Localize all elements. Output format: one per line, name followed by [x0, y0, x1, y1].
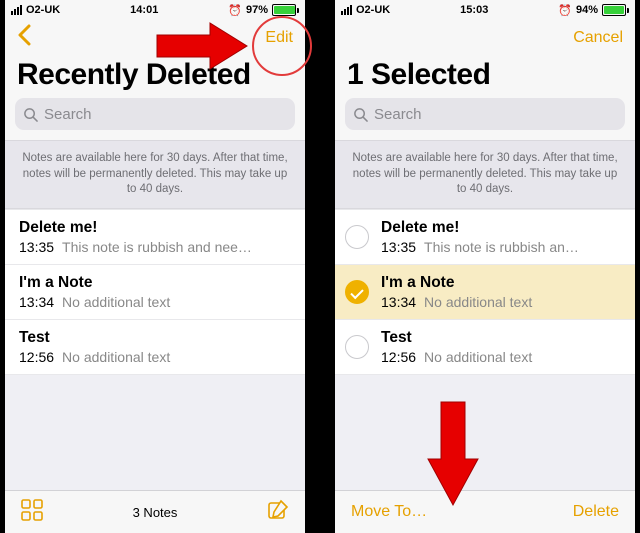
note-time: 13:34	[19, 294, 54, 310]
search-input[interactable]: Search	[15, 98, 295, 130]
toolbar: 3 Notes	[5, 490, 305, 533]
phone-right: O2-UK 15:03 ⏰ 94% Cancel 1 Selected Sear…	[335, 0, 635, 533]
note-preview: No additional text	[62, 294, 170, 310]
note-title: Delete me!	[381, 219, 621, 237]
list-background	[5, 375, 305, 490]
signal-icon	[11, 5, 22, 15]
nav-bar: Edit	[5, 20, 305, 56]
note-row[interactable]: Delete me! 13:35 This note is rubbish and…	[5, 209, 305, 265]
select-radio[interactable]	[345, 225, 369, 249]
select-radio-checked[interactable]	[345, 280, 369, 304]
note-preview: No additional text	[424, 349, 532, 365]
note-title: I'm a Note	[381, 274, 621, 292]
search-icon	[353, 107, 368, 122]
search-placeholder: Search	[44, 106, 92, 123]
notes-list: Delete me! 13:35 This note is rubbish an……	[335, 209, 635, 375]
battery-fill	[274, 6, 295, 14]
phone-left: O2-UK 14:01 ⏰ 97% Edit Recently Deleted …	[5, 0, 305, 533]
clock: 14:01	[130, 4, 158, 16]
cancel-button[interactable]: Cancel	[573, 29, 623, 47]
note-time: 12:56	[19, 349, 54, 365]
battery-pct: 94%	[576, 4, 598, 16]
signal-icon	[341, 5, 352, 15]
note-row[interactable]: I'm a Note 13:34 No additional text	[5, 265, 305, 320]
carrier-label: O2-UK	[356, 4, 390, 16]
note-time: 13:35	[381, 239, 416, 255]
gallery-icon[interactable]	[21, 499, 43, 526]
carrier-label: O2-UK	[26, 4, 60, 16]
search-placeholder: Search	[374, 106, 422, 123]
notes-list: Delete me! 13:35 This note is rubbish and…	[5, 209, 305, 375]
list-background	[335, 375, 635, 490]
info-banner: Notes are available here for 30 days. Af…	[335, 140, 635, 209]
status-bar: O2-UK 14:01 ⏰ 97%	[5, 0, 305, 20]
note-preview: No additional text	[424, 294, 532, 310]
note-title: I'm a Note	[19, 274, 291, 292]
note-time: 13:34	[381, 294, 416, 310]
note-preview: This note is rubbish an…	[424, 239, 579, 255]
note-title: Test	[381, 329, 621, 347]
note-row[interactable]: Test 12:56 No additional text	[5, 320, 305, 375]
note-row[interactable]: I'm a Note 13:34 No additional text	[335, 265, 635, 320]
compose-icon[interactable]	[267, 499, 289, 526]
alarm-icon: ⏰	[558, 4, 572, 17]
note-row[interactable]: Test 12:56 No additional text	[335, 320, 635, 375]
info-banner: Notes are available here for 30 days. Af…	[5, 140, 305, 209]
back-chevron-icon[interactable]	[17, 24, 31, 52]
status-bar: O2-UK 15:03 ⏰ 94%	[335, 0, 635, 20]
page-title: 1 Selected	[335, 56, 635, 98]
edit-button[interactable]: Edit	[265, 29, 293, 47]
note-time: 12:56	[381, 349, 416, 365]
battery-icon	[602, 4, 629, 16]
clock: 15:03	[460, 4, 488, 16]
move-to-button[interactable]: Move To…	[351, 503, 427, 521]
search-icon	[23, 107, 38, 122]
battery-pct: 97%	[246, 4, 268, 16]
page-title: Recently Deleted	[5, 56, 305, 98]
note-title: Delete me!	[19, 219, 291, 237]
toolbar: Move To… Delete	[335, 490, 635, 533]
battery-icon	[272, 4, 299, 16]
delete-button[interactable]: Delete	[573, 503, 619, 521]
search-input[interactable]: Search	[345, 98, 625, 130]
note-preview: This note is rubbish and nee…	[62, 239, 252, 255]
note-preview: No additional text	[62, 349, 170, 365]
select-radio[interactable]	[345, 335, 369, 359]
alarm-icon: ⏰	[228, 4, 242, 17]
note-title: Test	[19, 329, 291, 347]
note-row[interactable]: Delete me! 13:35 This note is rubbish an…	[335, 209, 635, 265]
nav-bar: Cancel	[335, 20, 635, 56]
note-time: 13:35	[19, 239, 54, 255]
notes-count: 3 Notes	[133, 505, 178, 520]
